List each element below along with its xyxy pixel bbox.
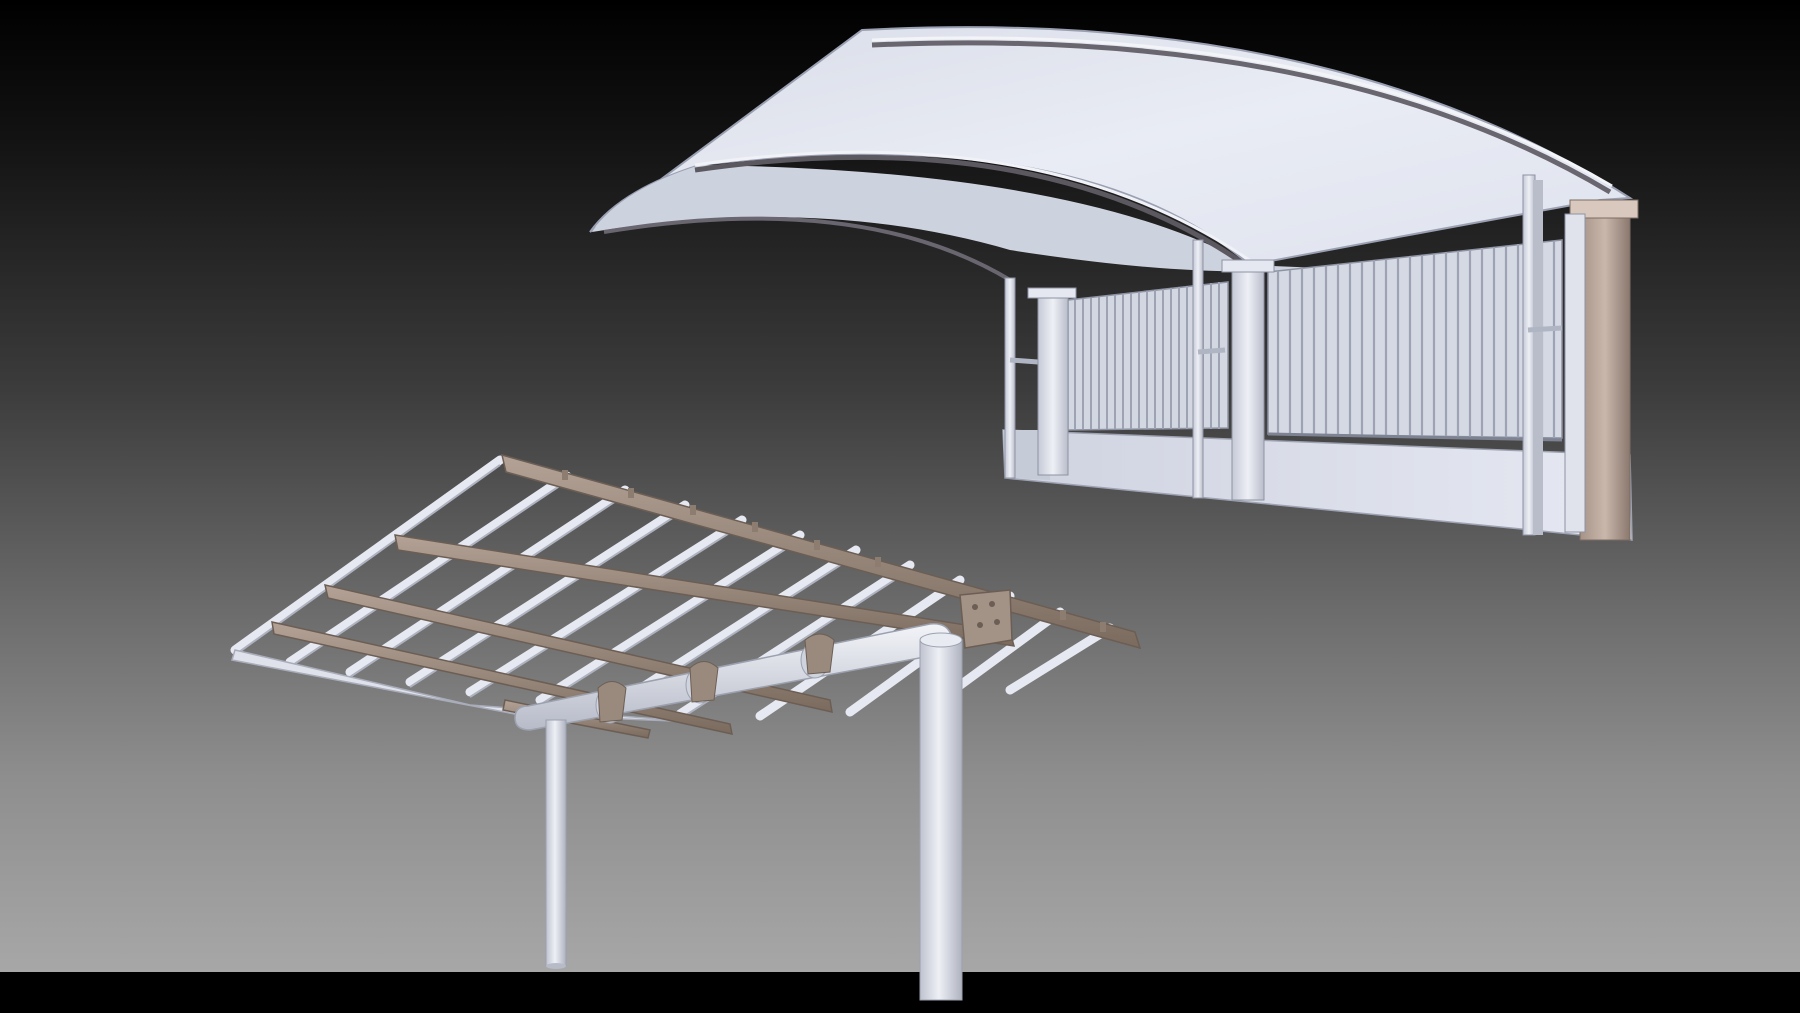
render-viewport (0, 0, 1800, 1013)
slatted-pergola-model (230, 453, 1142, 1001)
